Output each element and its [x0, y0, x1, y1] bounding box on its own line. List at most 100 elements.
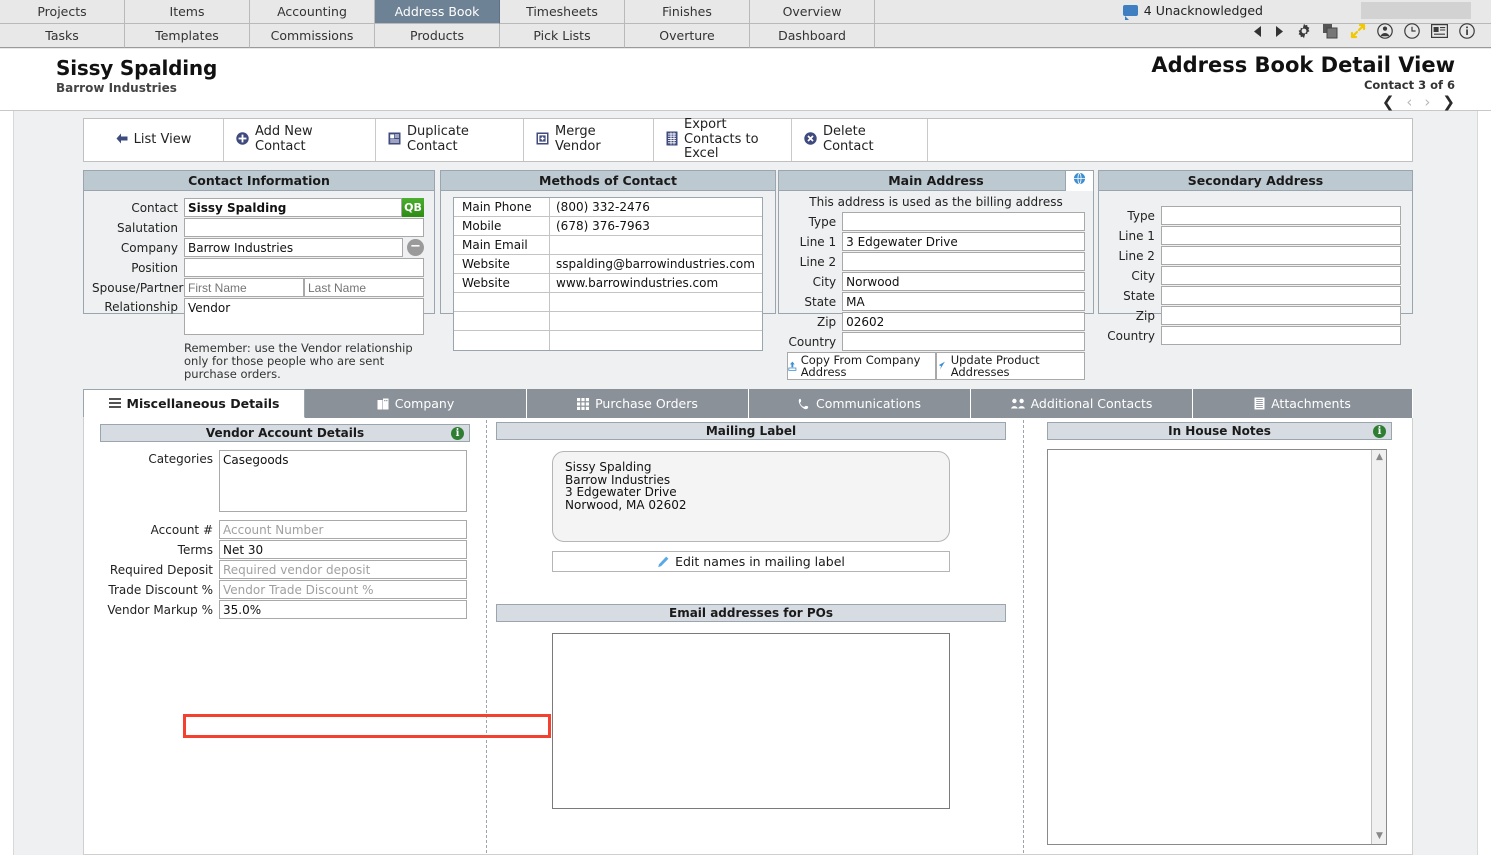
address-input[interactable]: MA: [842, 292, 1085, 311]
method-label: Main Phone: [454, 198, 550, 216]
method-value[interactable]: sspalding@barrowindustries.com: [550, 255, 762, 273]
method-value[interactable]: (800) 332-2476: [550, 198, 762, 216]
nav-tab-commissions[interactable]: Commissions: [250, 24, 375, 48]
tab-miscellaneous-details[interactable]: Miscellaneous Details: [83, 389, 305, 418]
tab-communications[interactable]: Communications: [749, 389, 971, 418]
spouse-first-name-input[interactable]: [184, 278, 304, 297]
address-input[interactable]: [1160, 286, 1401, 305]
copy-icon[interactable]: [1323, 23, 1339, 39]
nav-tab-templates[interactable]: Templates: [125, 24, 250, 48]
address-input[interactable]: Norwood: [842, 272, 1085, 291]
tab-attachments[interactable]: Attachments: [1193, 389, 1413, 418]
pager-first-button[interactable]: ❮: [1382, 95, 1395, 110]
address-input[interactable]: [842, 212, 1085, 231]
tab-additional-contacts[interactable]: Additional Contacts: [971, 389, 1193, 418]
minus-circle-icon[interactable]: −: [407, 239, 424, 256]
method-value[interactable]: [550, 312, 762, 330]
chevron-down-icon[interactable]: ▼: [1372, 829, 1387, 844]
user-name-block: [1361, 2, 1471, 19]
delete-contact-button[interactable]: Delete Contact: [792, 119, 928, 161]
nav-tab-items[interactable]: Items: [125, 0, 250, 24]
vendor-field-input[interactable]: Net 30: [219, 540, 467, 559]
spouse-last-name-input[interactable]: [304, 278, 424, 297]
method-value[interactable]: [550, 293, 762, 311]
address-input[interactable]: [1160, 306, 1401, 325]
categories-input[interactable]: Casegoods: [219, 450, 467, 512]
address-input[interactable]: 3 Edgewater Drive: [842, 232, 1085, 251]
update-product-addresses-button[interactable]: Update Product Addresses: [936, 352, 1085, 380]
export-contacts-to-excel-button[interactable]: Export Contacts to Excel: [654, 117, 792, 161]
mailing-label-box[interactable]: Sissy Spalding Barrow Industries 3 Edgew…: [552, 451, 950, 542]
nav-tab-tasks[interactable]: Tasks: [0, 24, 125, 48]
nav-tab-products[interactable]: Products: [375, 24, 500, 48]
address-input[interactable]: 02602: [842, 312, 1085, 331]
tab-label: Communications: [815, 396, 922, 411]
nav-tab-accounting[interactable]: Accounting: [250, 0, 375, 24]
address-input[interactable]: [1160, 226, 1401, 245]
position-input[interactable]: [184, 258, 424, 277]
tab-company[interactable]: Company: [305, 389, 527, 418]
add-new-contact-button[interactable]: Add New Contact: [224, 119, 376, 161]
in-house-notes-input[interactable]: ▲ ▼: [1047, 449, 1387, 845]
address-field-row: City Norwood: [787, 272, 1085, 291]
nav-tab-dashboard[interactable]: Dashboard: [750, 24, 875, 48]
gear-icon[interactable]: [1296, 23, 1312, 39]
vendor-field-input[interactable]: Required vendor deposit: [219, 560, 467, 579]
vendor-field-input[interactable]: Account Number: [219, 520, 467, 539]
info-icon[interactable]: i: [451, 427, 464, 440]
expand-icon[interactable]: [1350, 23, 1366, 39]
vendor-field-input[interactable]: 35.0%: [219, 600, 467, 619]
method-value[interactable]: [550, 236, 762, 254]
address-input[interactable]: [1160, 206, 1401, 225]
info-icon[interactable]: [1459, 23, 1475, 39]
nav-tab-timesheets[interactable]: Timesheets: [500, 0, 625, 24]
quickbooks-badge[interactable]: QB: [402, 198, 424, 217]
spreadsheet-icon: [666, 131, 678, 150]
address-label: Line 2: [799, 254, 837, 269]
globe-icon[interactable]: [1065, 171, 1093, 191]
contact-input[interactable]: Sissy Spalding: [184, 198, 402, 217]
address-input[interactable]: [1160, 246, 1401, 265]
company-input[interactable]: Barrow Industries: [184, 238, 403, 257]
toolbar-empty-area: [928, 119, 1412, 161]
pager-prev-button[interactable]: ‹: [1406, 95, 1412, 110]
relationship-input[interactable]: Vendor: [184, 298, 424, 335]
info-icon[interactable]: i: [1373, 425, 1386, 438]
merge-vendor-button[interactable]: Merge Vendor: [524, 119, 654, 161]
pager-next-button[interactable]: ›: [1424, 95, 1430, 110]
list-view-button[interactable]: List View: [84, 119, 224, 161]
nav-tab-address-book[interactable]: Address Book: [375, 0, 500, 24]
unacknowledged-indicator[interactable]: 4 Unacknowledged: [1122, 3, 1263, 20]
method-value[interactable]: www.barrowindustries.com: [550, 274, 762, 292]
vendor-field-input[interactable]: Vendor Trade Discount %: [219, 580, 467, 599]
detail-tabs: Miscellaneous Details Company Purchase Ord…: [83, 389, 1413, 418]
edit-mailing-label-button[interactable]: Edit names in mailing label: [552, 551, 950, 572]
email-addresses-input[interactable]: [552, 633, 950, 809]
copy-from-company-address-button[interactable]: Copy From Company Address: [787, 352, 936, 380]
nav-tab-projects[interactable]: Projects: [0, 0, 125, 24]
address-label: State: [804, 294, 837, 309]
pager-last-button[interactable]: ❯: [1442, 95, 1455, 110]
method-value[interactable]: [550, 331, 762, 350]
salutation-input[interactable]: [184, 218, 424, 237]
person-icon[interactable]: [1377, 23, 1393, 39]
nav-tab-pick-lists[interactable]: Pick Lists: [500, 24, 625, 48]
chevron-up-icon[interactable]: ▲: [1372, 450, 1387, 465]
duplicate-contact-button[interactable]: Duplicate Contact: [376, 119, 524, 161]
next-arrow-icon[interactable]: [1274, 25, 1285, 38]
notes-scrollbar[interactable]: ▲ ▼: [1371, 450, 1386, 844]
secondary-address-panel: Secondary Address Type Line 1 Line 2 City St…: [1098, 170, 1413, 345]
method-value[interactable]: (678) 376-7963: [550, 217, 762, 235]
vendor-account-fields: Categories Casegoods Account # Account Nu…: [100, 450, 470, 619]
address-input[interactable]: [842, 252, 1085, 271]
address-input[interactable]: [1160, 326, 1401, 345]
address-input[interactable]: [842, 332, 1085, 351]
clock-icon[interactable]: [1404, 23, 1420, 39]
nav-tab-finishes[interactable]: Finishes: [625, 0, 750, 24]
tab-purchase-orders[interactable]: Purchase Orders: [527, 389, 749, 418]
card-icon[interactable]: [1431, 24, 1448, 38]
nav-tab-overture[interactable]: Overture: [625, 24, 750, 48]
address-input[interactable]: [1160, 266, 1401, 285]
nav-tab-overview[interactable]: Overview: [750, 0, 875, 24]
prev-arrow-icon[interactable]: [1252, 25, 1263, 38]
